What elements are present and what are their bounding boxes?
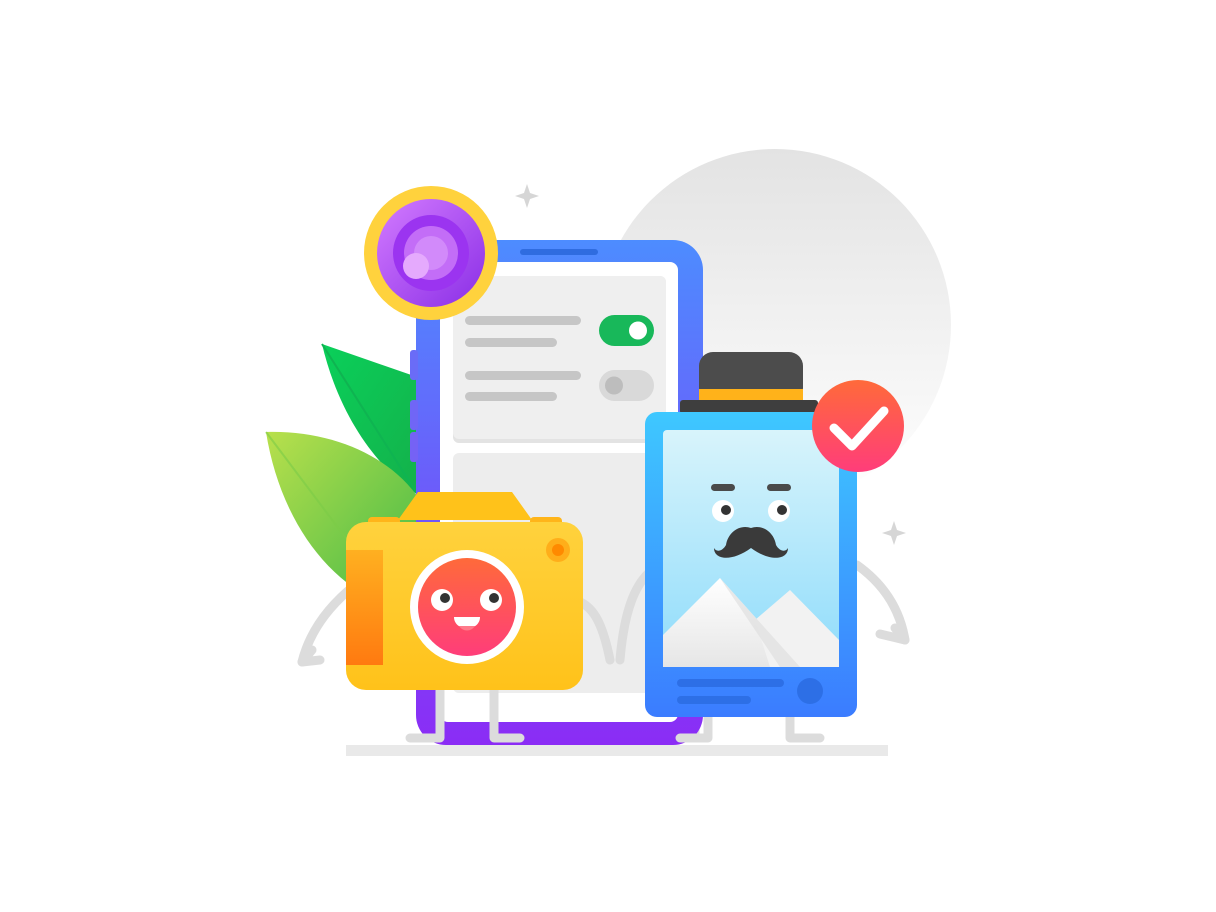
lens-icon bbox=[364, 186, 498, 320]
camera-face bbox=[418, 558, 516, 656]
camera-top-bump bbox=[398, 492, 532, 520]
frame-caption-line bbox=[677, 696, 751, 704]
phone-speaker bbox=[520, 249, 598, 255]
illustration bbox=[265, 149, 951, 756]
frame-caption-line bbox=[677, 679, 784, 687]
toggle-icon[interactable] bbox=[599, 315, 654, 346]
toggle-icon[interactable] bbox=[599, 370, 654, 401]
sparkle-icon bbox=[882, 521, 906, 545]
sparkle-icon bbox=[515, 184, 539, 208]
ground-line bbox=[346, 745, 888, 756]
checkmark-icon bbox=[812, 380, 904, 472]
settings-card bbox=[453, 276, 666, 443]
frame-button bbox=[797, 678, 823, 704]
hat-icon bbox=[680, 352, 818, 414]
